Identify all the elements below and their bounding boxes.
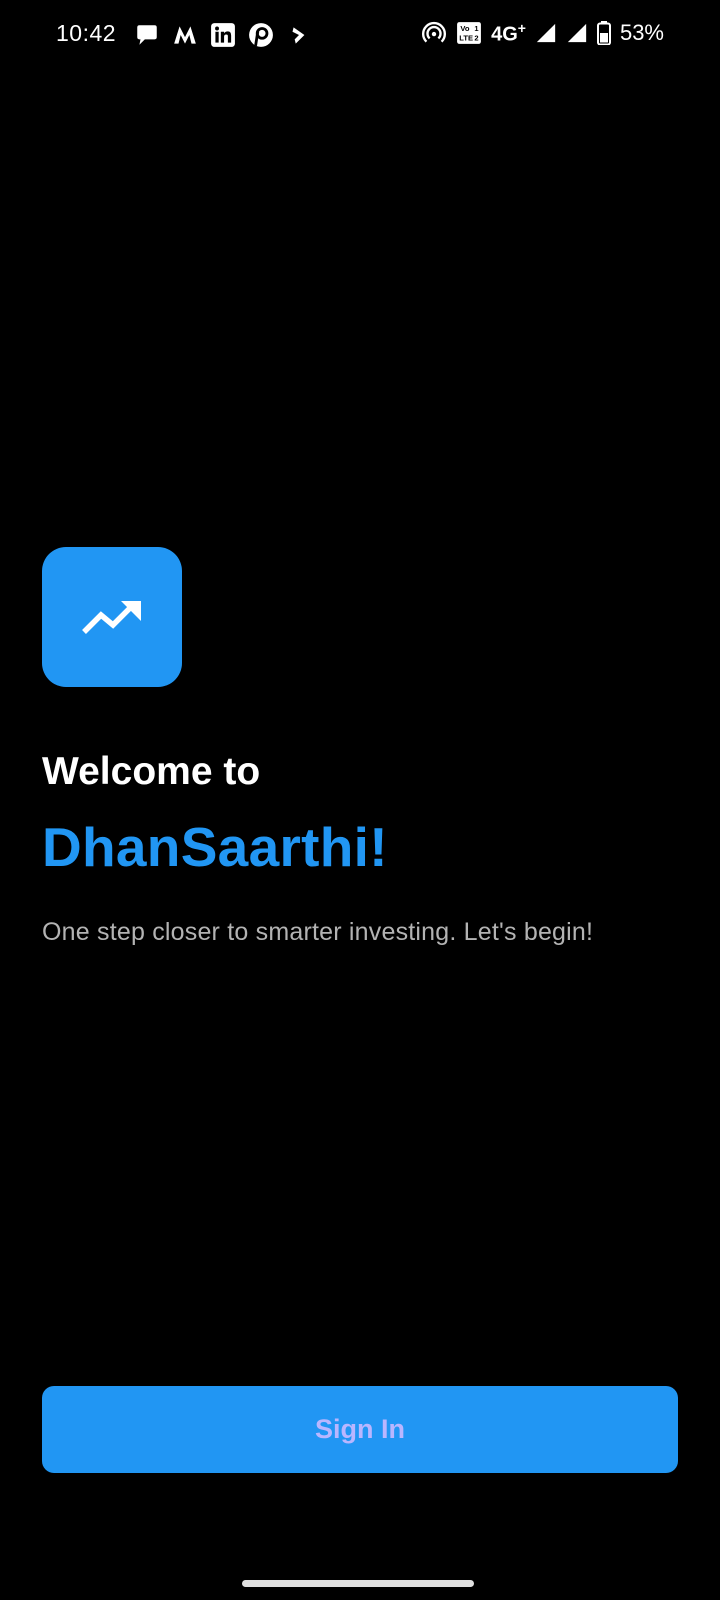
network-type: 4G+: [491, 20, 526, 46]
hotspot-icon: [422, 22, 447, 43]
svg-text:1: 1: [474, 24, 478, 33]
linkedin-icon: [211, 23, 235, 47]
status-bar: 10:42 Vo LTE 1 2 4G+ 53%: [0, 0, 720, 70]
arrow-app-icon: [292, 27, 305, 44]
volte-icon: Vo LTE 1 2: [457, 22, 481, 45]
system-icons: Vo LTE 1 2 4G+ 53%: [421, 20, 664, 47]
battery-percentage: 53%: [619, 20, 664, 46]
sign-in-button[interactable]: Sign In: [42, 1386, 678, 1473]
welcome-screen: 10:42 Vo LTE 1 2 4G+ 53% Welcome to Dhan…: [0, 0, 720, 1600]
svg-text:Vo: Vo: [460, 24, 469, 33]
svg-text:2: 2: [474, 34, 478, 43]
signal-icon: [536, 24, 556, 43]
myntra-m-icon: [174, 26, 196, 44]
notification-icons: [134, 22, 312, 48]
svg-text:LTE: LTE: [459, 34, 473, 43]
status-time: 10:42: [56, 20, 117, 46]
trending-up-icon: [82, 601, 141, 634]
app-logo: [42, 547, 182, 687]
signal-icon: [567, 24, 587, 43]
pinterest-p-icon: [249, 23, 273, 47]
battery-icon: [596, 21, 611, 46]
app-name-title: DhanSaarthi!: [42, 816, 388, 878]
tagline-text: One step closer to smarter investing. Le…: [42, 918, 594, 946]
home-indicator[interactable]: [242, 1580, 474, 1587]
welcome-heading: Welcome to: [42, 750, 261, 793]
chat-bubble-icon: [137, 25, 157, 45]
